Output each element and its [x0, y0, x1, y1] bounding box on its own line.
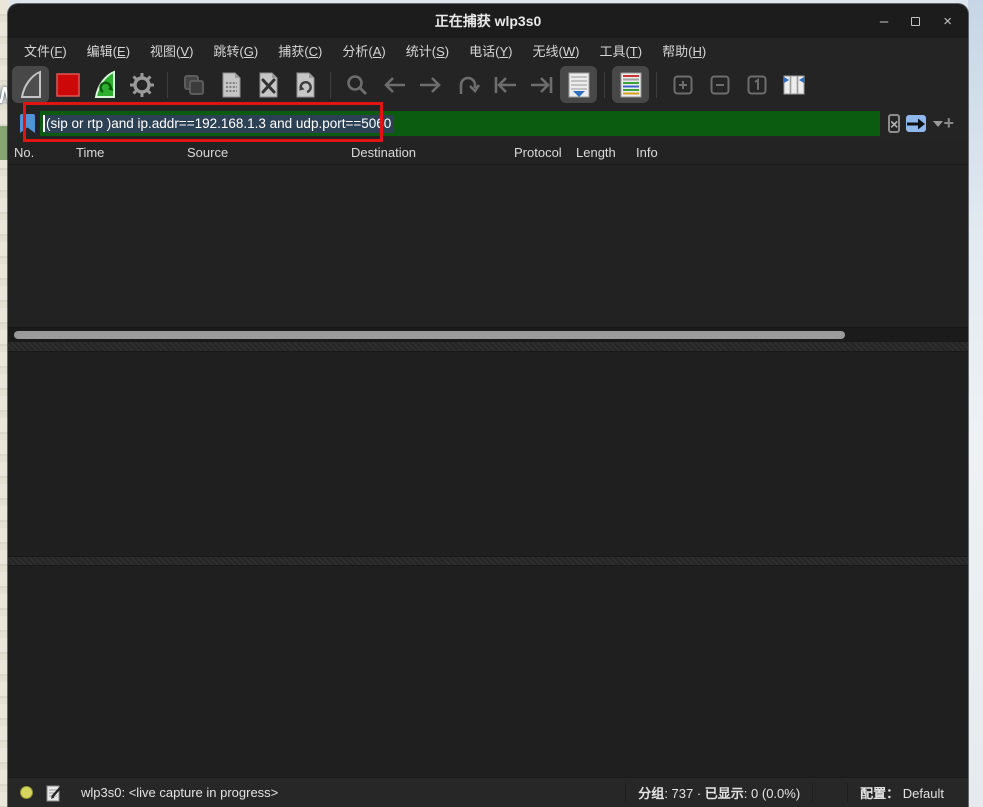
- statusbar: wlp3s0: <live capture in progress> 分组: 7…: [8, 777, 968, 807]
- open-file-icon: [182, 73, 206, 97]
- toolbar-separator: [656, 72, 657, 98]
- scrollbar-thumb[interactable]: [14, 331, 845, 339]
- display-filter-bar: (sip or rtp )and ip.addr==192.168.1.3 an…: [8, 106, 968, 141]
- pane-splitter-bottom[interactable]: [8, 556, 968, 566]
- expert-info-button[interactable]: [20, 786, 33, 799]
- open-file-button[interactable]: [175, 66, 212, 103]
- window-controls: – ×: [880, 4, 952, 38]
- arrow-left-icon: [381, 75, 407, 95]
- stop-capture-button[interactable]: [49, 66, 86, 103]
- save-file-icon: [219, 72, 243, 98]
- go-back-button[interactable]: [375, 66, 412, 103]
- close-button[interactable]: ×: [943, 14, 952, 29]
- column-header-info[interactable]: Info: [636, 145, 968, 160]
- column-header-length[interactable]: Length: [576, 145, 636, 160]
- packet-list-pane: [8, 164, 968, 327]
- column-header-no[interactable]: No.: [8, 145, 76, 160]
- menu-item-view[interactable]: 视图V: [140, 41, 203, 60]
- go-to-packet-button[interactable]: [449, 66, 486, 103]
- bookmark-icon: [19, 113, 36, 134]
- zoom-out-icon: [710, 75, 730, 95]
- menu-item-wireless[interactable]: 无线W: [522, 41, 589, 60]
- clear-filter-button[interactable]: ×: [888, 114, 900, 133]
- column-header-destination[interactable]: Destination: [351, 145, 514, 160]
- auto-scroll-icon: [567, 72, 591, 98]
- packet-counts: 分组: 737 · 已显示: 0 (0.0%): [625, 783, 813, 802]
- menu-item-capture[interactable]: 捕获C: [268, 41, 332, 60]
- packet-details-pane: [8, 352, 968, 556]
- restart-fin-icon: [92, 70, 118, 100]
- shark-fin-icon: [18, 70, 44, 100]
- arrow-right-icon: [418, 75, 444, 95]
- colorize-toggle[interactable]: [612, 66, 649, 103]
- toolbar-separator: [330, 72, 331, 98]
- pane-splitter-top[interactable]: [8, 341, 968, 352]
- restart-capture-button[interactable]: [86, 66, 123, 103]
- wireshark-window: 正在捕获 wlp3s0 – × 文件F 编辑E 视图V 跳转G 捕获C 分析A …: [8, 4, 968, 807]
- desktop-background-right: [968, 0, 983, 807]
- capture-options-button[interactable]: [123, 66, 160, 103]
- start-capture-button[interactable]: [12, 66, 49, 103]
- column-header-protocol[interactable]: Protocol: [514, 145, 576, 160]
- menubar: 文件F 编辑E 视图V 跳转G 捕获C 分析A 统计S 电话Y 无线W 工具T …: [8, 38, 968, 63]
- column-header-time[interactable]: Time: [76, 145, 187, 160]
- toolbar-separator: [167, 72, 168, 98]
- menu-item-file[interactable]: 文件F: [14, 41, 77, 60]
- menu-item-help[interactable]: 帮助H: [652, 41, 716, 60]
- save-file-button[interactable]: [212, 66, 249, 103]
- resize-columns-button[interactable]: [775, 66, 812, 103]
- go-last-icon: [529, 75, 555, 95]
- maximize-button[interactable]: [911, 17, 920, 26]
- go-last-button[interactable]: [523, 66, 560, 103]
- toolbar-separator: [604, 72, 605, 98]
- menu-item-statistics[interactable]: 统计S: [396, 41, 459, 60]
- capture-comment-button[interactable]: [46, 784, 62, 802]
- close-file-icon: [256, 72, 280, 98]
- reload-file-icon: [293, 72, 317, 98]
- auto-scroll-toggle[interactable]: [560, 66, 597, 103]
- filter-expression: (sip or rtp )and ip.addr==192.168.1.3 an…: [45, 115, 394, 133]
- filter-dropdown-caret[interactable]: [933, 121, 943, 127]
- menu-item-go[interactable]: 跳转G: [203, 41, 268, 60]
- gear-icon: [129, 72, 155, 98]
- close-file-button[interactable]: [249, 66, 286, 103]
- go-first-button[interactable]: [486, 66, 523, 103]
- find-packet-button[interactable]: [338, 66, 375, 103]
- zoom-100-button[interactable]: [738, 66, 775, 103]
- comment-note-icon: [46, 784, 62, 802]
- menu-item-telephony[interactable]: 电话Y: [459, 41, 522, 60]
- packet-list-header: No. Time Source Destination Protocol Len…: [8, 141, 968, 164]
- goto-curved-arrow-icon: [456, 74, 480, 96]
- menu-item-tools[interactable]: 工具T: [589, 41, 652, 60]
- zoom-100-icon: [747, 75, 767, 95]
- menu-item-analyze[interactable]: 分析A: [332, 41, 395, 60]
- statusbar-right: 分组: 737 · 已显示: 0 (0.0%) 配置： Default: [625, 783, 968, 802]
- apply-arrow-icon: [906, 118, 926, 130]
- zoom-in-icon: [673, 75, 693, 95]
- display-filter-input[interactable]: (sip or rtp )and ip.addr==192.168.1.3 an…: [40, 111, 880, 136]
- reload-file-button[interactable]: [286, 66, 323, 103]
- resize-columns-icon: [781, 74, 807, 96]
- menu-item-edit[interactable]: 编辑E: [77, 41, 140, 60]
- search-icon: [345, 73, 369, 97]
- capture-status-text: wlp3s0: <live capture in progress>: [81, 785, 278, 800]
- titlebar[interactable]: 正在捕获 wlp3s0 – ×: [8, 4, 968, 38]
- column-header-source[interactable]: Source: [187, 145, 351, 160]
- go-first-icon: [492, 75, 518, 95]
- add-filter-button[interactable]: +: [943, 113, 954, 134]
- minimize-button[interactable]: –: [880, 14, 888, 29]
- zoom-in-button[interactable]: [664, 66, 701, 103]
- zoom-out-button[interactable]: [701, 66, 738, 103]
- main-toolbar: [8, 63, 968, 106]
- colorize-icon: [619, 72, 643, 98]
- window-title: 正在捕获 wlp3s0: [435, 11, 542, 31]
- stop-icon: [56, 73, 80, 97]
- filter-bookmark-button[interactable]: [16, 112, 38, 136]
- horizontal-scrollbar[interactable]: [8, 327, 968, 341]
- packet-bytes-pane: [8, 566, 968, 777]
- go-forward-button[interactable]: [412, 66, 449, 103]
- profile-selector[interactable]: 配置： Default: [847, 783, 944, 802]
- apply-filter-button[interactable]: [906, 115, 926, 132]
